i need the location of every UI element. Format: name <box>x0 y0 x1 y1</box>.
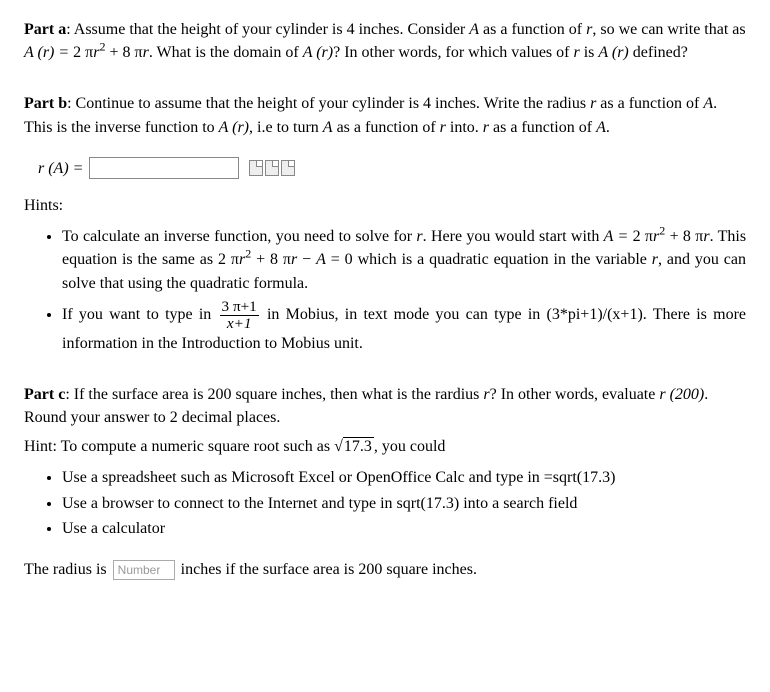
part-a: Part a: Assume that the height of your c… <box>24 18 746 64</box>
list-item: Use a spreadsheet such as Microsoft Exce… <box>62 466 746 489</box>
list-item: Use a browser to connect to the Internet… <box>62 492 746 515</box>
part-c-label: Part c <box>24 386 65 403</box>
equation-tool-icon[interactable] <box>249 160 263 176</box>
sqrt-expr: 17.3 <box>334 435 374 458</box>
answer-row: The radius is inches if the surface area… <box>24 558 746 581</box>
part-c-bullets: Use a spreadsheet such as Microsoft Exce… <box>24 466 746 540</box>
hint-item-1: To calculate an inverse function, you ne… <box>62 225 746 295</box>
part-c-hint: Hint: To compute a numeric square root s… <box>24 435 746 458</box>
part-b-label: Part b <box>24 95 67 112</box>
equation-tool-icon[interactable] <box>281 160 295 176</box>
part-a-label: Part a <box>24 21 66 38</box>
answer-prefix: The radius is <box>24 558 107 581</box>
r-of-a-label: r (A) = <box>38 157 83 180</box>
part-b-text: Part b: Continue to assume that the heig… <box>24 92 746 138</box>
hints-label: Hints: <box>24 194 746 217</box>
part-c-text: Part c: If the surface area is 200 squar… <box>24 383 746 429</box>
part-a-text: Part a: Assume that the height of your c… <box>24 18 746 64</box>
part-c: Part c: If the surface area is 200 squar… <box>24 383 746 581</box>
list-item: Use a calculator <box>62 517 746 540</box>
hint-item-2: If you want to type in 3 π+1x+1 in Mobiu… <box>62 299 746 355</box>
r-of-a-input[interactable] <box>89 157 239 179</box>
part-b: Part b: Continue to assume that the heig… <box>24 92 746 354</box>
hints-list: To calculate an inverse function, you ne… <box>24 225 746 355</box>
answer-suffix: inches if the surface area is 200 square… <box>181 558 477 581</box>
equation-tools <box>249 160 295 176</box>
fraction: 3 π+1x+1 <box>220 299 259 332</box>
radius-input[interactable] <box>113 560 175 580</box>
equation-tool-icon[interactable] <box>265 160 279 176</box>
r-of-a-input-row: r (A) = <box>38 157 746 180</box>
